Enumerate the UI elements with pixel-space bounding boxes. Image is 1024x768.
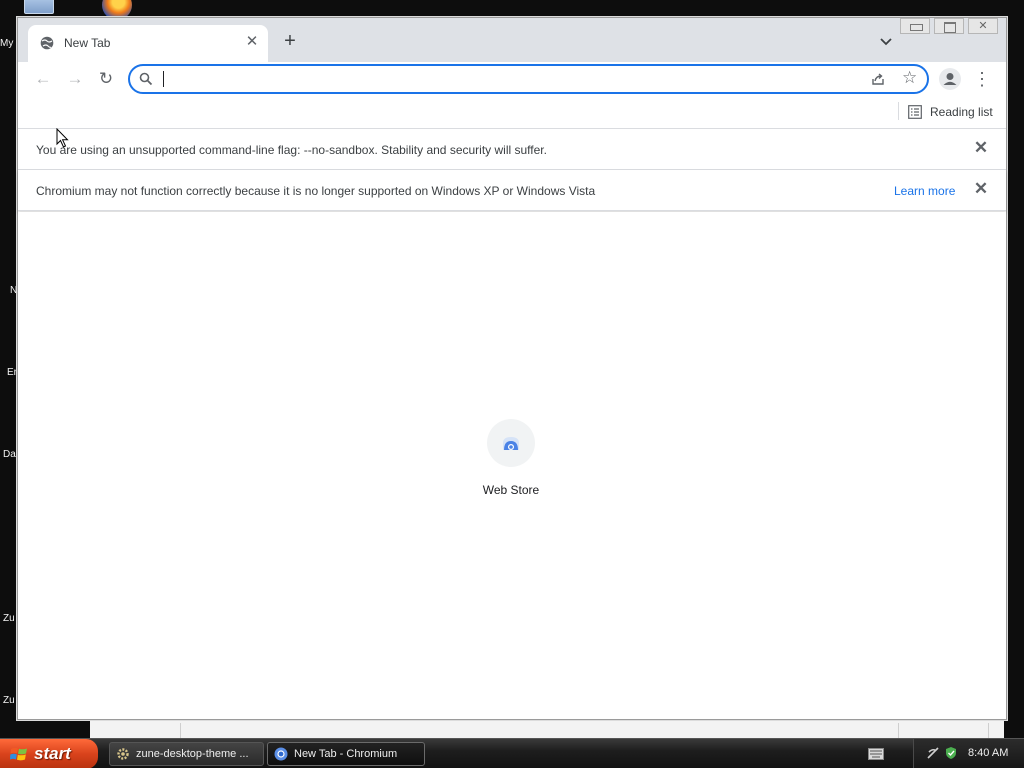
reading-list-label: Reading list (930, 105, 993, 119)
back-button[interactable]: ← (32, 68, 54, 90)
windows-logo-icon (10, 747, 27, 761)
shortcut-tile (487, 419, 535, 467)
chromium-icon (274, 747, 288, 761)
infobar-close-icon[interactable]: ✕ (973, 180, 989, 197)
bookmarks-bar: Reading list (18, 96, 1006, 129)
system-tray: 8:40 AM (913, 739, 1024, 768)
tab-title: New Tab (64, 36, 111, 50)
unsupported-os-infobar: Chromium may not function correctly beca… (18, 170, 1006, 211)
taskbar-button-label: zune-desktop-theme ... (136, 748, 249, 760)
toolbar: ← → ↻ ☆ ⋮ (18, 62, 1006, 96)
start-label: start (34, 744, 71, 763)
start-button[interactable]: start (0, 739, 98, 768)
window-divider (898, 723, 899, 739)
tab-strip: New Tab ✕ + ✕ (18, 18, 1006, 62)
forward-button[interactable]: → (64, 68, 86, 90)
security-shield-icon[interactable] (944, 746, 958, 760)
menu-kebab-icon[interactable]: ⋮ (973, 68, 991, 90)
bookmark-star-icon[interactable]: ☆ (902, 69, 917, 87)
clock: 8:40 AM (968, 747, 1009, 759)
share-icon[interactable] (870, 71, 886, 87)
address-input[interactable] (162, 70, 852, 88)
window-controls: ✕ (900, 18, 998, 35)
my-computer-desktop-icon[interactable] (22, 0, 56, 18)
profile-button[interactable] (939, 68, 961, 90)
maximize-button[interactable] (934, 18, 964, 34)
taskbar-button-zune-theme[interactable]: zune-desktop-theme ... (109, 742, 264, 766)
tab-close-icon[interactable]: ✕ (244, 34, 260, 50)
window-divider (988, 723, 989, 739)
background-window[interactable] (90, 718, 1004, 739)
infobar-message: You are using an unsupported command-lin… (36, 143, 547, 157)
gear-icon (117, 748, 129, 760)
minimize-button[interactable] (900, 18, 930, 34)
learn-more-link[interactable]: Learn more (894, 184, 955, 198)
network-icon[interactable] (926, 746, 940, 760)
sandbox-warning-infobar: You are using an unsupported command-lin… (18, 129, 1006, 170)
window-divider (180, 723, 181, 739)
address-bar[interactable]: ☆ (128, 64, 929, 94)
mouse-cursor-icon (56, 128, 69, 148)
new-tab-page: Web Store (18, 212, 1006, 719)
reading-list-icon (908, 105, 922, 119)
chromium-window: New Tab ✕ + ✕ ← → ↻ ☆ ⋮ Reading list You… (17, 17, 1007, 720)
profile-avatar-icon (943, 73, 957, 85)
shortcut-web-store[interactable]: Web Store (471, 419, 551, 497)
tab-new-tab[interactable]: New Tab ✕ (28, 25, 268, 62)
taskbar-button-chromium[interactable]: New Tab - Chromium (267, 742, 425, 766)
close-window-button[interactable]: ✕ (968, 18, 998, 34)
reading-list-button[interactable]: Reading list (908, 102, 993, 122)
infobar-close-icon[interactable]: ✕ (973, 139, 989, 156)
keyboard-icon[interactable] (868, 748, 884, 760)
shortcut-label: Web Store (482, 483, 540, 497)
new-tab-button[interactable]: + (280, 31, 300, 51)
search-icon (139, 72, 153, 86)
desktop-icon-label: My Computer (0, 38, 16, 49)
web-store-icon (503, 437, 519, 450)
taskbar: start zune-desktop-theme ... New Tab - C… (0, 738, 1024, 768)
globe-icon (40, 36, 54, 50)
text-caret (163, 71, 164, 87)
bookmarks-separator (898, 102, 899, 120)
tab-search-chevron-icon[interactable] (878, 33, 894, 49)
infobar-message: Chromium may not function correctly beca… (36, 184, 596, 198)
reload-button[interactable]: ↻ (95, 68, 117, 90)
taskbar-button-label: New Tab - Chromium (294, 748, 398, 760)
firefox-desktop-icon[interactable] (100, 0, 134, 20)
